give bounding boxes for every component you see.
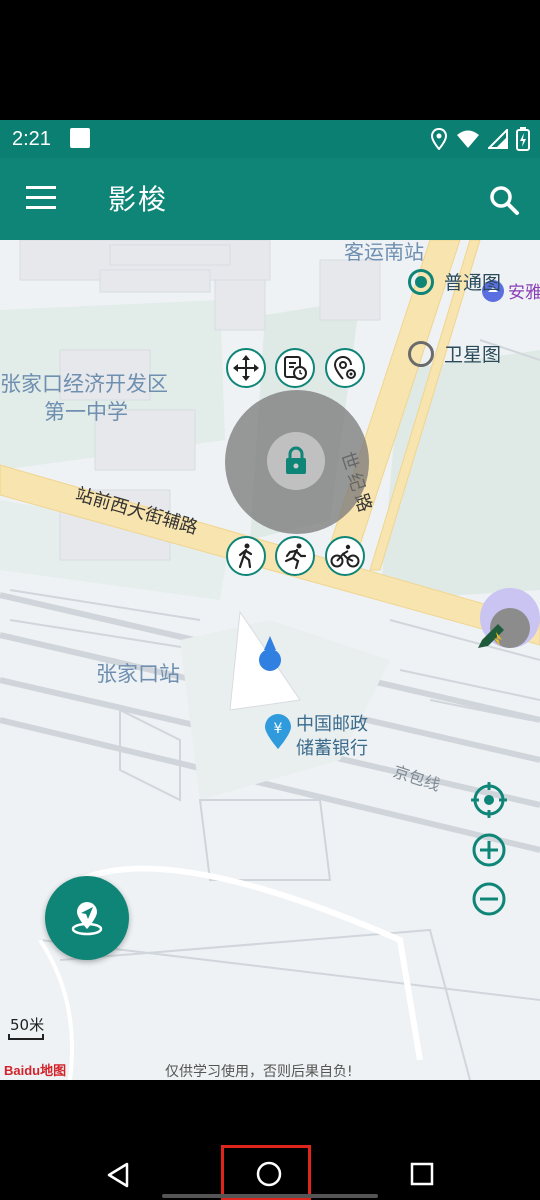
layer-label-normal: 普通图 xyxy=(444,272,502,294)
search-icon[interactable] xyxy=(488,184,520,216)
wifi-icon xyxy=(457,130,479,148)
status-bar: 2:21 xyxy=(0,120,540,158)
status-icons xyxy=(430,126,530,152)
walk-icon xyxy=(238,543,253,569)
system-nav-bar xyxy=(0,1080,540,1200)
layer-option-normal[interactable]: 普通图 xyxy=(408,268,501,295)
map-label-dev-zone: 张家口经济开发区 xyxy=(0,372,168,396)
start-simulation-fab[interactable] xyxy=(45,876,129,960)
app-bar: 影梭 xyxy=(0,158,540,240)
home-icon[interactable] xyxy=(256,1161,282,1187)
walk-mode-button[interactable] xyxy=(226,536,266,576)
bike-icon xyxy=(330,544,360,568)
layer-option-satellite[interactable]: 卫星图 xyxy=(408,340,501,367)
zoom-in-button[interactable] xyxy=(471,832,507,868)
joystick-lock-button[interactable] xyxy=(267,432,325,490)
baidu-logo: Baidu地图 xyxy=(4,1063,67,1078)
back-icon[interactable] xyxy=(106,1162,130,1188)
edit-pen-icon[interactable] xyxy=(474,620,508,654)
gesture-handle xyxy=(162,1194,378,1198)
run-mode-button[interactable] xyxy=(275,536,315,576)
map-scale-label: 50米 xyxy=(10,1016,45,1034)
app-title: 影梭 xyxy=(108,183,169,216)
lock-icon xyxy=(286,446,306,474)
battery-icon xyxy=(516,127,530,151)
move-button[interactable] xyxy=(226,348,266,388)
run-icon xyxy=(284,543,307,569)
location-gear-icon xyxy=(333,356,356,380)
map-view[interactable]: 客运南站 张家口经济开发区 第一中学 站前西大街辅路 世纪路 张家口站 中国邮政… xyxy=(0,240,540,1080)
current-location-marker xyxy=(259,636,281,671)
bike-mode-button[interactable] xyxy=(325,536,365,576)
location-icon xyxy=(430,128,448,150)
map-scale-bar xyxy=(8,1034,44,1040)
move-arrows-icon xyxy=(233,355,259,381)
map-label-bus-station: 客运南站 xyxy=(344,240,424,264)
menu-icon[interactable] xyxy=(26,186,56,210)
locate-me-button[interactable] xyxy=(471,782,507,818)
svg-text:¥: ¥ xyxy=(274,721,283,737)
map-label-anya: 安雅 xyxy=(508,283,540,303)
radio-normal-selected[interactable] xyxy=(408,268,434,295)
joystick-pad[interactable] xyxy=(225,390,369,534)
location-settings-button[interactable] xyxy=(325,348,365,388)
signal-icon xyxy=(488,129,508,149)
map-label-station: 张家口站 xyxy=(96,662,180,686)
radio-satellite[interactable] xyxy=(408,340,434,367)
top-black-bar xyxy=(0,0,540,120)
map-label-school: 第一中学 xyxy=(44,400,128,424)
bank-pin-icon[interactable]: ¥ xyxy=(264,714,292,750)
map-label-bank-2: 储蓄银行 xyxy=(296,738,368,759)
disclaimer-text: 仅供学习使用，否则后果自负! xyxy=(165,1064,353,1080)
location-send-icon xyxy=(71,902,103,936)
status-time: 2:21 xyxy=(12,128,51,150)
layer-label-satellite: 卫星图 xyxy=(444,344,502,366)
notification-icon xyxy=(70,128,90,148)
history-icon xyxy=(284,356,307,380)
zoom-out-button[interactable] xyxy=(471,881,507,917)
history-button[interactable] xyxy=(275,348,315,388)
recent-apps-icon[interactable] xyxy=(410,1162,434,1186)
map-label-bank-1: 中国邮政 xyxy=(296,714,368,735)
